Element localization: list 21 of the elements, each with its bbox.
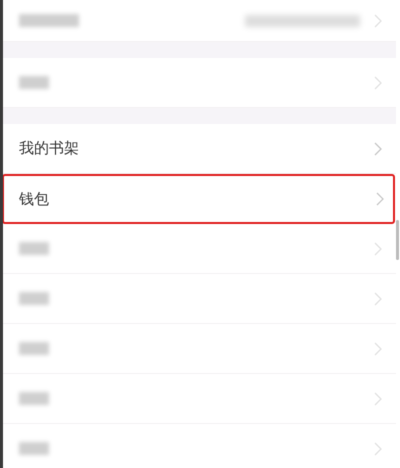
- blurred-label: [19, 76, 49, 89]
- chevron-icon: [374, 442, 382, 456]
- list-item[interactable]: 我的书架: [3, 124, 396, 174]
- chevron-icon: [374, 292, 382, 306]
- item-label: 我的书架: [19, 138, 79, 160]
- blurred-label: [19, 292, 49, 305]
- blurred-label: [19, 242, 49, 255]
- blurred-label: [19, 14, 79, 27]
- chevron-icon: [374, 142, 382, 156]
- highlighted-list-item[interactable]: 钱包: [3, 174, 395, 224]
- chevron-icon: [376, 192, 384, 206]
- blurred-label: [19, 342, 49, 355]
- chevron-icon: [374, 14, 382, 28]
- blurred-label: [19, 442, 49, 455]
- item-label: 钱包: [19, 188, 49, 210]
- blurred-label: [19, 392, 49, 405]
- chevron-icon: [374, 342, 382, 356]
- chevron-icon: [374, 76, 382, 90]
- chevron-icon: [374, 392, 382, 406]
- scrollbar: [396, 220, 399, 260]
- chevron-icon: [374, 242, 382, 256]
